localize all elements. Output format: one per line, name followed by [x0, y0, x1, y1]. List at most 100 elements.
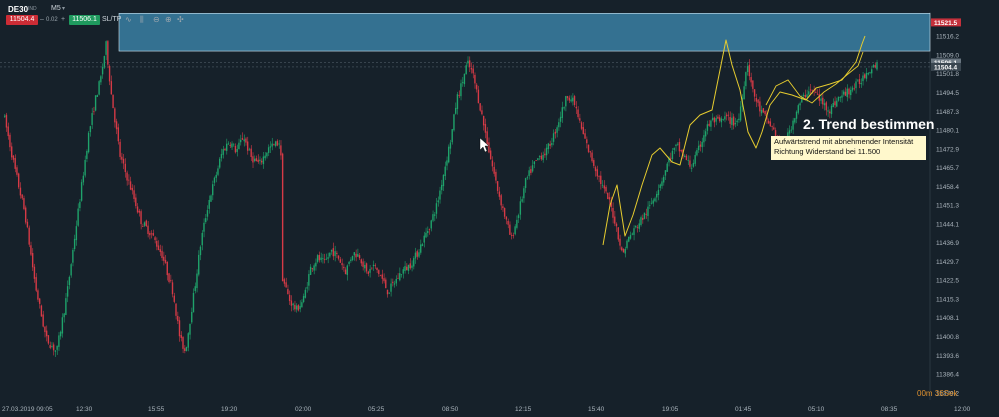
candle-body	[516, 219, 518, 228]
candle-body	[65, 298, 67, 315]
candle-body	[830, 105, 833, 115]
candle-body	[149, 233, 151, 236]
candle-body	[444, 166, 446, 177]
candle-body	[170, 280, 172, 282]
y-tick-label: 11393.6	[936, 353, 959, 360]
line-chart-icon[interactable]: ∿	[125, 15, 132, 25]
candle-body	[559, 116, 562, 122]
timeframe-selector[interactable]: M5	[51, 5, 61, 12]
candle-body	[89, 126, 92, 133]
candle-body	[645, 213, 647, 215]
candle-body	[447, 146, 450, 163]
candle-body	[238, 142, 240, 149]
candle-body	[540, 155, 543, 160]
candle-body	[35, 277, 37, 291]
crosshair-icon[interactable]: ✣	[177, 15, 184, 25]
candle-body	[14, 158, 16, 169]
candle-body	[164, 259, 167, 263]
candle-body	[262, 156, 265, 165]
candle-body	[274, 141, 277, 147]
candle-body	[163, 256, 165, 261]
candle-body	[642, 217, 644, 220]
price-chart[interactable]: 11516.2 11509.0 11501.8 11494.5 11487.3 11480…	[0, 0, 999, 417]
candle-body	[12, 155, 15, 160]
candle-body	[371, 267, 373, 269]
candle-body	[203, 222, 205, 232]
candle-body	[836, 100, 838, 107]
sl-tp-button[interactable]: SL/TP	[102, 15, 121, 25]
candle-body	[93, 111, 95, 113]
zoom-in-icon[interactable]: ⊕	[165, 15, 172, 25]
candle-body	[505, 216, 508, 220]
candle-body	[753, 89, 756, 97]
candle-body	[832, 102, 834, 108]
candle-body	[722, 119, 724, 120]
candle-body	[112, 94, 114, 109]
volume-decrease-button[interactable]: –	[40, 15, 44, 25]
buy-price-button[interactable]: 11506.1	[69, 15, 100, 25]
candle-body	[86, 151, 88, 159]
y-tick-label: 11408.1	[936, 315, 959, 322]
candle-body	[87, 132, 90, 153]
candle-body	[308, 274, 310, 286]
candle-body	[432, 214, 434, 221]
candle-body	[119, 141, 121, 157]
candle-body	[811, 89, 813, 91]
candle-body	[430, 220, 432, 229]
candle-body	[346, 265, 349, 275]
candle-body	[318, 254, 321, 261]
candle-body	[241, 138, 244, 140]
candle-body	[388, 292, 390, 294]
volume-increase-button[interactable]: +	[61, 15, 65, 25]
candle-body	[246, 141, 249, 151]
candle-body	[154, 237, 156, 240]
candle-body	[229, 144, 231, 146]
candle-body	[675, 144, 677, 146]
candle-body	[615, 223, 618, 227]
candle-body	[872, 65, 875, 68]
candle-body	[161, 250, 163, 259]
candle-body	[140, 211, 142, 225]
sell-price-button[interactable]: 11504.4	[6, 15, 38, 25]
candle-body	[77, 208, 79, 226]
candle-body	[63, 313, 65, 318]
y-tick-label: 11436.9	[936, 240, 959, 247]
candle-body	[428, 229, 431, 231]
candle-body	[479, 103, 481, 111]
candle-body	[853, 88, 855, 90]
candle-body	[309, 266, 312, 275]
candle-body	[311, 268, 314, 270]
candle-body	[259, 159, 261, 162]
candle-body	[556, 127, 558, 133]
candle-body	[138, 210, 140, 213]
candle-body	[467, 60, 469, 64]
y-tick-label: 11494.5	[936, 90, 959, 97]
candle-body	[727, 114, 730, 116]
candle-body	[253, 158, 256, 162]
candle-body	[586, 139, 588, 144]
chevron-down-icon[interactable]: ▾	[62, 5, 65, 12]
zoom-out-icon[interactable]: ⊖	[153, 15, 160, 25]
candle-body	[757, 99, 759, 103]
candle-body	[442, 174, 445, 187]
candle-body	[500, 195, 502, 206]
candle-body	[526, 177, 529, 179]
candle-body	[706, 124, 709, 131]
candle-body	[185, 346, 188, 352]
y-tick-label: 11400.8	[936, 334, 959, 341]
candle-body	[635, 226, 637, 228]
countdown-minutes: 00m	[917, 389, 933, 398]
candle-body	[75, 226, 78, 241]
volume-value[interactable]: 0.02	[46, 15, 58, 25]
candle-body	[208, 199, 210, 209]
candle-body	[523, 188, 525, 199]
candle-body	[73, 238, 76, 250]
candle-body	[182, 336, 184, 349]
candle-body	[9, 134, 11, 148]
candle-body	[381, 274, 383, 279]
bar-chart-icon[interactable]: ⫼	[140, 15, 144, 25]
candle-body	[152, 233, 154, 236]
y-tick-label: 11386.4	[936, 372, 959, 379]
symbol-label[interactable]: DE30	[8, 5, 28, 14]
candle-body	[255, 158, 258, 162]
